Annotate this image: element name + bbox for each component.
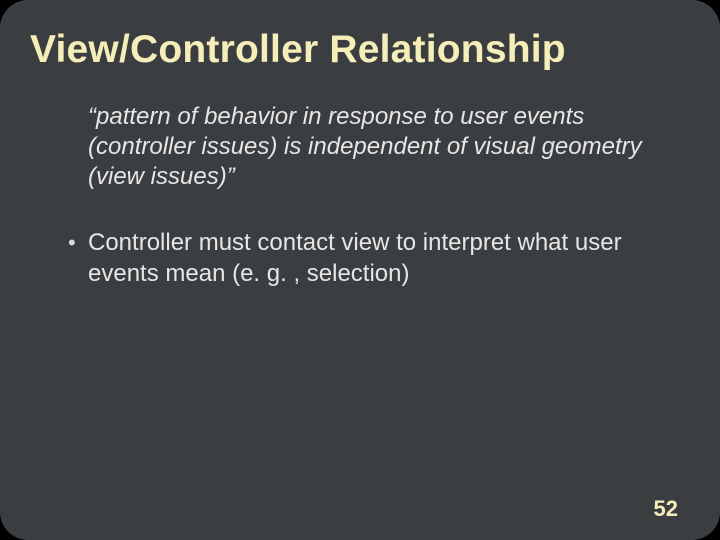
- slide: View/Controller Relationship “pattern of…: [0, 0, 720, 540]
- bullet-text: Controller must contact view to interpre…: [88, 228, 660, 289]
- slide-title: View/Controller Relationship: [0, 0, 720, 88]
- quote-text: “pattern of behavior in response to user…: [88, 102, 660, 192]
- slide-content: “pattern of behavior in response to user…: [0, 88, 720, 289]
- bullet-marker-icon: •: [68, 228, 88, 258]
- bullet-item: • Controller must contact view to interp…: [68, 228, 660, 289]
- page-number: 52: [654, 496, 678, 522]
